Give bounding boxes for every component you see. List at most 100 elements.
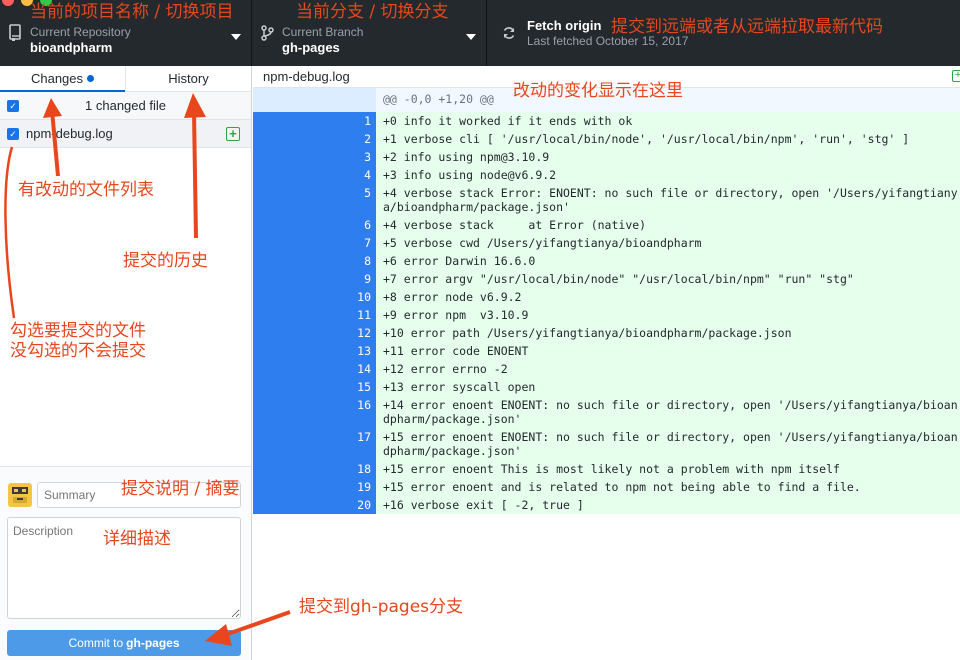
repo-name: bioandpharm bbox=[30, 39, 113, 55]
diff-line: 14 +12 error errno -2 bbox=[253, 360, 960, 378]
old-line-gutter bbox=[253, 252, 315, 270]
tab-history-label: History bbox=[168, 71, 209, 86]
branch-name: gh-pages bbox=[282, 39, 340, 55]
repo-icon bbox=[0, 24, 30, 42]
old-line-gutter bbox=[253, 360, 315, 378]
diff-line: 17 +15 error enoent ENOENT: no such file … bbox=[253, 428, 960, 460]
diff-line-text: +4 verbose stack Error: ENOENT: no such … bbox=[376, 184, 960, 216]
diff-line-text: +15 error enoent and is related to npm n… bbox=[376, 478, 960, 496]
old-line-gutter bbox=[253, 324, 315, 342]
annotation-diff: 改动的变化显示在这里 bbox=[513, 81, 683, 101]
diff-line-text: +9 error npm v3.10.9 bbox=[376, 306, 960, 324]
branch-label: Current Branch bbox=[282, 24, 364, 39]
chevron-down-icon bbox=[231, 34, 241, 40]
old-line-gutter bbox=[253, 496, 315, 514]
old-line-gutter bbox=[253, 148, 315, 166]
diff-line-text: +0 info it worked if it ends with ok bbox=[376, 112, 960, 130]
diff-line-text: +8 error node v6.9.2 bbox=[376, 288, 960, 306]
old-line-gutter bbox=[253, 396, 315, 428]
old-line-gutter bbox=[253, 166, 315, 184]
tab-changes-label: Changes bbox=[30, 71, 84, 86]
line-number: 15 bbox=[315, 378, 376, 396]
select-all-checkbox[interactable]: ✓ bbox=[7, 100, 19, 112]
github-desktop-window: Current Repository bioandpharm Current B… bbox=[0, 0, 960, 660]
sync-icon bbox=[494, 26, 524, 40]
list-item[interactable]: ✓ npm-debug.log + bbox=[0, 120, 251, 148]
old-line-gutter bbox=[253, 270, 315, 288]
file-added-icon: + bbox=[952, 70, 960, 82]
diff-line-text: +13 error syscall open bbox=[376, 378, 960, 396]
file-name: npm-debug.log bbox=[26, 126, 113, 141]
file-added-icon: + bbox=[226, 127, 240, 141]
avatar bbox=[8, 483, 32, 507]
line-number: 9 bbox=[315, 270, 376, 288]
line-number: 13 bbox=[315, 342, 376, 360]
diff-line-text: +15 error enoent This is most likely not… bbox=[376, 460, 960, 478]
diff-line: 4 +3 info using node@v6.9.2 bbox=[253, 166, 960, 184]
annotation-history: 提交的历史 bbox=[123, 251, 208, 271]
diff-line: 5 +4 verbose stack Error: ENOENT: no such… bbox=[253, 184, 960, 216]
old-line-gutter bbox=[253, 342, 315, 360]
sidebar: Changes History ✓ 1 changed file ✓ npm-d… bbox=[0, 66, 252, 660]
diff-line: 2 +1 verbose cli [ '/usr/local/bin/node',… bbox=[253, 130, 960, 148]
diff-line: 3 +2 info using npm@3.10.9 bbox=[253, 148, 960, 166]
diff-line-text: +15 error enoent ENOENT: no such file or… bbox=[376, 428, 960, 460]
diff-line-text: +14 error enoent ENOENT: no such file or… bbox=[376, 396, 960, 428]
diff-line-text: +16 verbose exit [ -2, true ] bbox=[376, 496, 960, 514]
line-number: 5 bbox=[315, 184, 376, 216]
annotation-commit-branch: 提交到gh-pages分支 bbox=[299, 597, 464, 617]
diff-line: 8 +6 error Darwin 16.6.0 bbox=[253, 252, 960, 270]
old-line-gutter bbox=[253, 130, 315, 148]
diff-line-text: +5 verbose cwd /Users/yifangtianya/bioan… bbox=[376, 234, 960, 252]
diff-line-text: +7 error argv "/usr/local/bin/node" "/us… bbox=[376, 270, 960, 288]
commit-button[interactable]: Commit to gh-pages bbox=[7, 630, 241, 656]
changed-files-count: 1 changed file bbox=[85, 98, 166, 113]
old-line-gutter bbox=[253, 216, 315, 234]
annotation-file-list: 有改动的文件列表 bbox=[18, 180, 154, 200]
diff-line: 10 +8 error node v6.9.2 bbox=[253, 288, 960, 306]
line-number: 11 bbox=[315, 306, 376, 324]
annotation-branch: 当前分支 / 切换分支 bbox=[296, 2, 449, 22]
diff-line-text: +6 error Darwin 16.6.0 bbox=[376, 252, 960, 270]
diff-panel: npm-debug.log + @@ -0,0 +1,20 @@ 1 +0 inf… bbox=[253, 66, 960, 660]
line-number: 3 bbox=[315, 148, 376, 166]
close-window-button[interactable] bbox=[2, 0, 14, 6]
diff-line: 6 +4 verbose stack at Error (native) bbox=[253, 216, 960, 234]
old-line-gutter bbox=[253, 478, 315, 496]
annotation-description: 详细描述 bbox=[103, 529, 171, 549]
line-number: 4 bbox=[315, 166, 376, 184]
diff-line-text: +3 info using node@v6.9.2 bbox=[376, 166, 960, 184]
diff-line: 16 +14 error enoent ENOENT: no such file … bbox=[253, 396, 960, 428]
branch-icon bbox=[252, 24, 282, 42]
tab-history[interactable]: History bbox=[126, 66, 251, 91]
commit-button-prefix: Commit to bbox=[68, 636, 124, 650]
sidebar-tabs: Changes History bbox=[0, 66, 251, 92]
tab-changes[interactable]: Changes bbox=[0, 66, 126, 92]
line-number: 17 bbox=[315, 428, 376, 460]
diff-line: 13 +11 error code ENOENT bbox=[253, 342, 960, 360]
line-number: 8 bbox=[315, 252, 376, 270]
diff-view[interactable]: @@ -0,0 +1,20 @@ 1 +0 info it worked if i… bbox=[253, 88, 960, 514]
diff-line: 7 +5 verbose cwd /Users/yifangtianya/bioa… bbox=[253, 234, 960, 252]
line-number: 6 bbox=[315, 216, 376, 234]
old-line-gutter bbox=[253, 112, 315, 130]
diff-line: 11 +9 error npm v3.10.9 bbox=[253, 306, 960, 324]
old-line-gutter bbox=[253, 184, 315, 216]
chevron-down-icon bbox=[466, 34, 476, 40]
changes-indicator-dot bbox=[87, 75, 95, 82]
file-checkbox[interactable]: ✓ bbox=[7, 128, 19, 140]
line-number: 14 bbox=[315, 360, 376, 378]
hunk-header-text: @@ -0,0 +1,20 @@ bbox=[383, 92, 494, 106]
diff-line: 9 +7 error argv "/usr/local/bin/node" "/u… bbox=[253, 270, 960, 288]
diff-line-text: +2 info using npm@3.10.9 bbox=[376, 148, 960, 166]
annotation-check-1: 勾选要提交的文件 bbox=[10, 321, 146, 341]
diff-line: 15 +13 error syscall open bbox=[253, 378, 960, 396]
changed-files-header: ✓ 1 changed file bbox=[0, 92, 251, 120]
line-number: 1 bbox=[315, 112, 376, 130]
old-line-gutter bbox=[253, 288, 315, 306]
line-number: 7 bbox=[315, 234, 376, 252]
old-line-gutter bbox=[253, 460, 315, 478]
annotation-check-2: 没勾选的不会提交 bbox=[10, 341, 146, 361]
line-number: 19 bbox=[315, 478, 376, 496]
diff-file-name: npm-debug.log bbox=[263, 69, 350, 84]
